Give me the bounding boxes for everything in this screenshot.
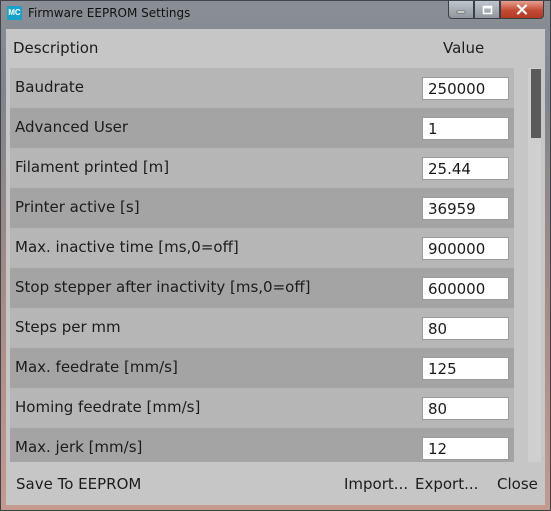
setting-value-input[interactable] <box>422 277 509 300</box>
maximize-icon <box>482 5 492 14</box>
close-icon <box>516 4 528 15</box>
setting-value-input[interactable] <box>422 437 509 460</box>
setting-value-input[interactable] <box>422 357 509 380</box>
setting-value-input[interactable] <box>422 197 509 220</box>
setting-value-input[interactable] <box>422 397 509 420</box>
setting-label: Homing feedrate [mm/s] <box>15 398 201 416</box>
setting-value-input[interactable] <box>422 317 509 340</box>
table-row: Steps per mm <box>10 308 514 348</box>
maximize-button[interactable] <box>474 1 500 19</box>
close-window-button[interactable] <box>500 1 544 19</box>
save-to-eeprom-button[interactable]: Save To EEPROM <box>16 475 141 493</box>
setting-value-input[interactable] <box>422 237 509 260</box>
vertical-scrollbar[interactable] <box>528 68 541 462</box>
app-logo-icon: MC <box>7 6 22 20</box>
scrollbar-thumb[interactable] <box>531 69 541 138</box>
table-row: Max. feedrate [mm/s] <box>10 348 514 388</box>
setting-label: Steps per mm <box>15 318 121 336</box>
table-row: Stop stepper after inactivity [ms,0=off] <box>10 268 514 308</box>
close-button[interactable]: Close <box>497 475 538 493</box>
export-button[interactable]: Export... <box>415 475 478 493</box>
setting-label: Filament printed [m] <box>15 158 170 176</box>
table-row: Filament printed [m] <box>10 148 514 188</box>
minimize-icon <box>456 10 466 13</box>
table-row: Baudrate <box>10 68 514 108</box>
window-controls <box>448 1 544 20</box>
settings-list[interactable]: Baudrate Advanced User Filament printed … <box>10 68 541 462</box>
setting-label: Advanced User <box>15 118 129 136</box>
setting-label: Stop stepper after inactivity [ms,0=off] <box>15 278 311 296</box>
title-bar[interactable]: MC Firmware EEPROM Settings <box>1 1 550 28</box>
setting-label: Printer active [s] <box>15 198 140 216</box>
minimize-button[interactable] <box>448 1 474 19</box>
table-row: Max. inactive time [ms,0=off] <box>10 228 514 268</box>
setting-value-input[interactable] <box>422 77 509 100</box>
window-bottom-border <box>1 505 550 511</box>
setting-label: Max. jerk [mm/s] <box>15 438 143 456</box>
eeprom-settings-window: MC Firmware EEPROM Settings Description … <box>0 0 551 511</box>
column-header-value: Value <box>443 39 485 57</box>
setting-label: Baudrate <box>15 78 84 96</box>
table-row: Printer active [s] <box>10 188 514 228</box>
table-row: Advanced User <box>10 108 514 148</box>
setting-value-input[interactable] <box>422 117 509 140</box>
setting-label: Max. feedrate [mm/s] <box>15 358 178 376</box>
setting-label: Max. inactive time [ms,0=off] <box>15 238 239 256</box>
window-title: Firmware EEPROM Settings <box>28 6 191 20</box>
table-row: Homing feedrate [mm/s] <box>10 388 514 428</box>
table-row: Max. jerk [mm/s] <box>10 428 514 462</box>
setting-value-input[interactable] <box>422 157 509 180</box>
import-button[interactable]: Import... <box>344 475 408 493</box>
footer-bar: Save To EEPROM Import... Export... Close <box>6 462 545 505</box>
settings-panel: Description Value Baudrate Advanced User… <box>6 29 545 505</box>
column-header-description: Description <box>13 39 99 57</box>
